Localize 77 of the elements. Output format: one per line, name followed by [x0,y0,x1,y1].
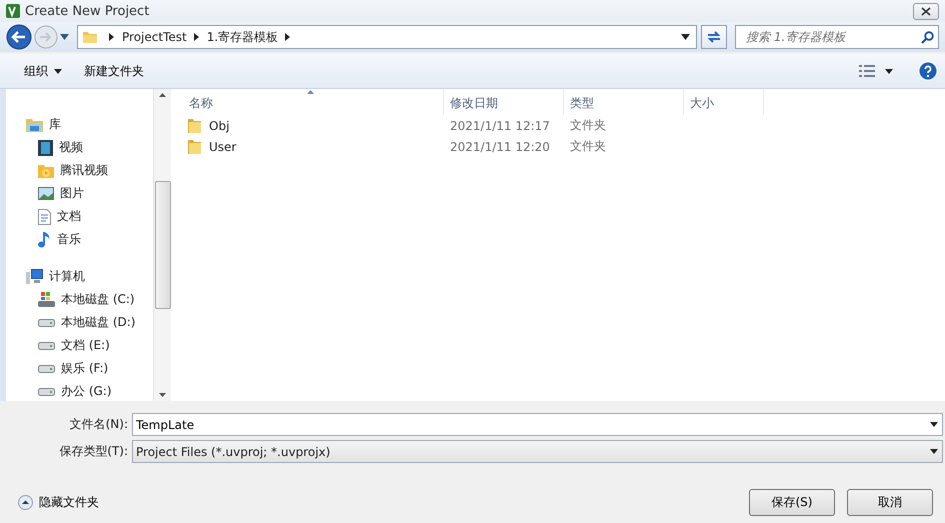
scroll-down-icon[interactable] [159,393,166,397]
file-row[interactable]: Obj 2021/1/11 12:17 文件夹 [187,115,787,136]
file-name-field[interactable]: TempLate [132,413,943,436]
drive-icon [38,388,55,396]
file-type-dropdown[interactable]: Project Files (*.uvproj; *.uvprojx) [132,440,943,463]
dropdown-icon[interactable] [60,34,69,40]
file-row[interactable]: User 2021/1/11 12:20 文件夹 [187,136,787,157]
caret-icon [54,68,62,74]
table-cell-text: 文件夹 [569,138,607,155]
sidebar-item[interactable]: 本地磁盘 (C:) [6,288,153,311]
folder-icon [82,29,98,45]
sidebar-item[interactable]: 音乐 [6,228,153,251]
computer-icon [26,269,43,284]
drive-icon [38,292,55,308]
drive-icon [38,364,55,372]
collapse-icon [18,495,33,510]
dropdown-icon[interactable] [681,34,690,40]
help-icon[interactable] [919,62,937,80]
breadcrumb[interactable]: 1.寄存器模板 [206,28,278,46]
sidebar-item[interactable]: 库 [6,113,153,136]
chevron-icon[interactable] [285,33,292,41]
refresh-button[interactable] [701,25,727,49]
dropdown-icon[interactable] [930,449,938,454]
search-input[interactable]: 搜索 1.寄存器模板 [744,29,921,45]
dialog-button[interactable]: 取消 [847,489,933,516]
organize-menu[interactable]: 组织 [18,58,68,84]
file-name: User [209,140,236,154]
file-type-label: 保存类型(T): [58,443,128,460]
sort-arrow-icon [307,90,314,94]
scrollbar[interactable] [153,89,171,401]
view-icon[interactable] [859,65,875,77]
folder-icon [187,118,203,134]
scroll-up-icon[interactable] [159,93,166,97]
dropdown-icon[interactable] [885,68,893,74]
refresh-icon [706,30,722,44]
search-field[interactable]: 搜索 1.寄存器模板 [735,25,939,49]
column-header[interactable]: 修改日期 [444,89,564,115]
window-title: Create New Project [25,4,150,18]
hide-folders-button[interactable]: 隐藏文件夹 [18,494,99,511]
column-header[interactable]: 大小 [684,89,764,115]
play-folder-icon [38,164,54,178]
sidebar-item[interactable]: 娱乐 (F:) [6,357,153,380]
column-header[interactable]: 类型 [564,89,684,115]
file-name-label: 文件名(N): [68,416,128,433]
dropdown-icon[interactable] [930,422,938,427]
sidebar-item[interactable]: 计算机 [6,265,153,288]
breadcrumb[interactable]: ProjectTest [122,30,187,44]
back-icon[interactable] [6,24,32,50]
file-name: Obj [209,118,230,132]
table-cell-text: 2021/1/11 12:20 [449,140,551,154]
file-name-input[interactable]: TempLate [136,418,930,432]
new-folder-button[interactable]: 新建文件夹 [78,58,150,84]
document-icon [38,208,51,224]
sidebar-item[interactable]: 本地磁盘 (D:) [6,311,153,334]
sidebar-item[interactable]: 视频 [6,136,153,159]
music-note-icon [38,231,51,248]
sidebar-item[interactable]: 办公 (G:) [6,380,153,401]
drive-icon [38,342,55,350]
sidebar-item[interactable]: 图片 [6,182,153,205]
chevron-icon[interactable] [194,33,200,41]
close-button[interactable] [913,2,939,20]
column-header[interactable]: 名称 [171,89,444,115]
dialog-button[interactable]: 保存(S) [749,489,835,516]
table-cell-text: 文件夹 [569,117,607,134]
sidebar-item[interactable]: 文档 [6,205,153,228]
sidebar-item[interactable]: 文档 (E:) [6,334,153,357]
sidebar-item[interactable]: 腾讯视频 [6,159,153,182]
chevron-icon[interactable] [109,33,115,41]
address-bar[interactable]: ProjectTest 1.寄存器模板 [77,25,697,49]
drive-icon [38,318,55,326]
table-cell-text: 2021/1/11 12:17 [449,118,551,132]
folder-icon [187,138,203,154]
app-icon [6,4,20,18]
library-icon [26,117,43,132]
search-icon [921,30,934,44]
picture-icon [38,187,54,200]
close-icon [921,6,931,16]
